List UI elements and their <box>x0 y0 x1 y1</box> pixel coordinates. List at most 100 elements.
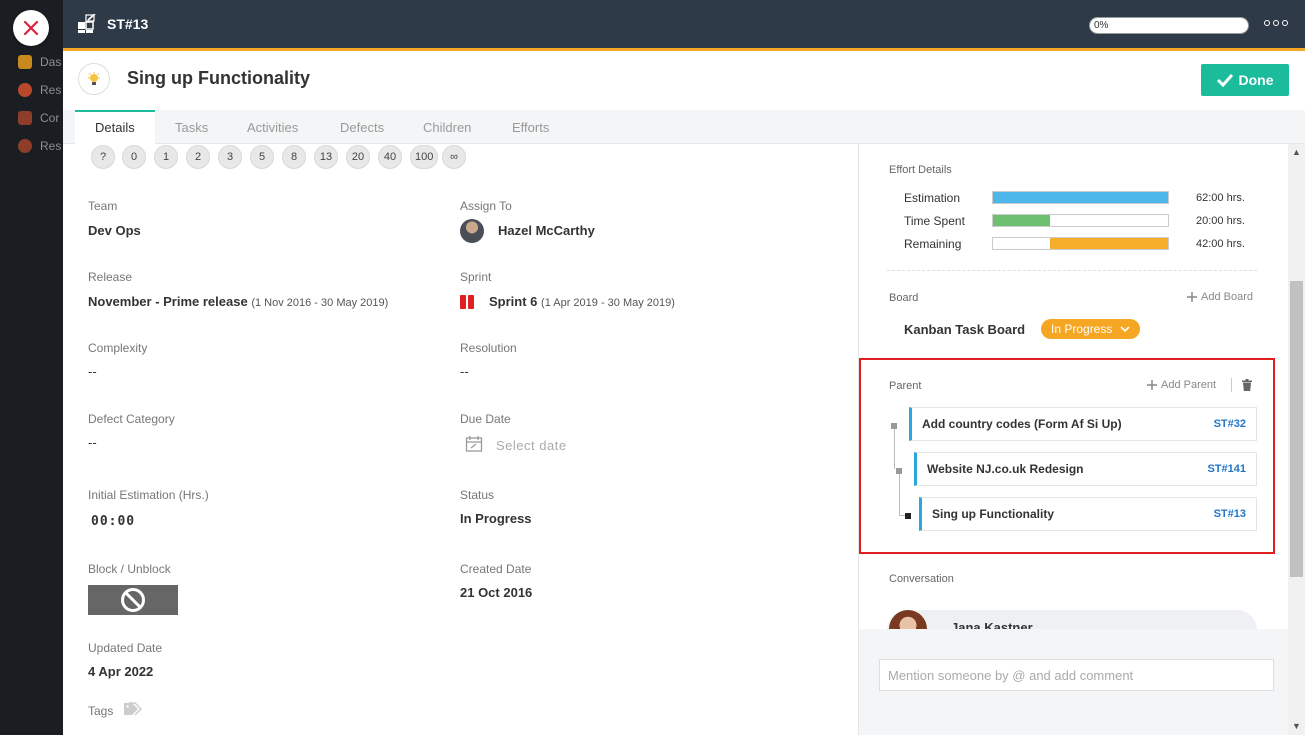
bg-nav-item-dashboard: Das <box>18 55 61 69</box>
status-label: Status <box>460 488 495 502</box>
tag-icon[interactable] <box>123 701 145 717</box>
sprint-icon <box>460 295 474 309</box>
board-status-dropdown[interactable]: In Progress <box>1041 319 1141 339</box>
scroll-up-icon[interactable]: ▲ <box>1292 148 1301 157</box>
team-label: Team <box>88 199 118 213</box>
conversation-label: Conversation <box>889 573 954 585</box>
tags-label: Tags <box>88 704 114 718</box>
add-parent-link[interactable]: Add Parent <box>1147 379 1216 391</box>
defect-category-value[interactable]: -- <box>88 435 97 450</box>
current-item-id[interactable]: ST#13 <box>1214 508 1246 520</box>
tab-activities[interactable]: Activities <box>247 110 298 144</box>
defect-category-label: Defect Category <box>88 412 175 426</box>
plus-icon <box>1147 380 1157 390</box>
story-point-chip[interactable]: 1 <box>154 145 178 169</box>
parent-item[interactable]: Add country codes (Form Af Si Up) ST#32 <box>909 407 1257 441</box>
calendar-icon[interactable] <box>465 435 483 453</box>
tab-tasks[interactable]: Tasks <box>175 110 208 144</box>
current-item[interactable]: Sing up Functionality ST#13 <box>919 497 1257 531</box>
due-date-input[interactable]: Select date <box>496 438 567 453</box>
bg-nav-item-teams: Res <box>18 139 61 153</box>
trash-icon[interactable] <box>1242 379 1252 391</box>
story-point-chip[interactable]: 0 <box>122 145 146 169</box>
complexity-label: Complexity <box>88 341 148 355</box>
parent-item-id[interactable]: ST#32 <box>1214 418 1246 430</box>
close-button[interactable] <box>13 10 49 46</box>
effort-value-time-spent: 20:00 hrs. <box>1196 215 1245 227</box>
block-label: Block / Unblock <box>88 562 171 576</box>
story-point-chip[interactable]: 40 <box>378 145 402 169</box>
story-point-chip[interactable]: 20 <box>346 145 370 169</box>
created-date-label: Created Date <box>460 562 532 576</box>
updated-date-value: 4 Apr 2022 <box>88 664 154 679</box>
initial-estimation-label: Initial Estimation (Hrs.) <box>88 488 209 502</box>
group-icon <box>18 139 32 153</box>
tab-details[interactable]: Details <box>75 110 155 144</box>
sprint-range: (1 Apr 2019 - 30 May 2019) <box>541 297 675 309</box>
resolution-value[interactable]: -- <box>460 364 469 379</box>
release-value[interactable]: November - Prime release (1 Nov 2016 - 3… <box>88 294 388 309</box>
effort-fill-time-spent <box>993 215 1050 226</box>
resolution-label: Resolution <box>460 341 517 355</box>
tab-children[interactable]: Children <box>423 110 471 144</box>
assign-to-label: Assign To <box>460 199 512 213</box>
scroll-down-icon[interactable]: ▼ <box>1292 722 1301 731</box>
story-point-chip[interactable]: 3 <box>218 145 242 169</box>
comment-composer <box>859 629 1288 735</box>
assignee-value[interactable]: Hazel McCarthy <box>498 223 595 238</box>
story-point-chip[interactable]: 13 <box>314 145 338 169</box>
tab-bar: Details Tasks Activities Defects Childre… <box>63 110 1305 144</box>
effort-bar-estimation <box>992 191 1169 204</box>
scrollbar-thumb[interactable] <box>1290 281 1303 577</box>
effort-value-remaining: 42:00 hrs. <box>1196 238 1245 250</box>
story-point-chip[interactable]: 2 <box>186 145 210 169</box>
block-toggle-button[interactable] <box>88 585 178 615</box>
page-title[interactable]: Sing up Functionality <box>127 68 310 89</box>
story-point-chip[interactable]: 5 <box>250 145 274 169</box>
comment-input[interactable] <box>879 659 1274 691</box>
effort-bar-time-spent <box>992 214 1169 227</box>
parent-item-name: Website NJ.co.uk Redesign <box>927 462 1084 476</box>
plus-icon <box>1187 292 1197 302</box>
complexity-value[interactable]: -- <box>88 364 97 379</box>
board-label: Board <box>889 292 919 304</box>
tab-defects[interactable]: Defects <box>340 110 384 144</box>
divider <box>1231 378 1232 392</box>
background-sidebar: Das Res Cor Res <box>0 0 63 735</box>
block-icon <box>121 588 145 612</box>
effort-fill-remaining <box>1049 238 1168 249</box>
scrollbar[interactable]: ▲ ▼ <box>1288 144 1305 735</box>
modal-header: ST#13 0% <box>63 0 1305 51</box>
release-range: (1 Nov 2016 - 30 May 2019) <box>251 297 389 309</box>
tree-line <box>894 429 895 469</box>
status-value[interactable]: In Progress <box>460 511 532 526</box>
story-point-chip[interactable]: 8 <box>282 145 306 169</box>
effort-bar-remaining <box>992 237 1169 250</box>
side-panel: Effort Details Estimation 62:00 hrs. Tim… <box>858 144 1288 735</box>
tree-node <box>891 423 897 429</box>
effort-title: Effort Details <box>889 164 952 176</box>
story-point-chip[interactable]: ? <box>91 145 115 169</box>
team-value[interactable]: Dev Ops <box>88 223 141 238</box>
add-board-link[interactable]: Add Board <box>1187 291 1253 303</box>
updated-date-label: Updated Date <box>88 641 163 655</box>
dashboard-icon <box>18 55 32 69</box>
story-point-chip[interactable]: ∞ <box>442 145 466 169</box>
tree-node-current <box>905 513 911 519</box>
effort-label-remaining: Remaining <box>904 237 962 251</box>
details-panel: ? 0 1 2 3 5 8 13 20 40 100 ∞ Team Dev Op… <box>63 144 858 735</box>
board-name: Kanban Task Board <box>904 322 1026 337</box>
parent-item-id[interactable]: ST#141 <box>1207 463 1246 475</box>
effort-fill-estimation <box>993 192 1168 203</box>
done-button[interactable]: Done <box>1201 64 1289 96</box>
sprint-value[interactable]: Sprint 6 (1 Apr 2019 - 30 May 2019) <box>489 294 675 309</box>
tree-node <box>896 468 902 474</box>
current-item-name: Sing up Functionality <box>932 507 1054 521</box>
story-point-chip[interactable]: 100 <box>410 145 439 169</box>
user-icon <box>18 83 32 97</box>
parent-item[interactable]: Website NJ.co.uk Redesign ST#141 <box>914 452 1257 486</box>
initial-estimation-value[interactable]: 00:00 <box>91 514 135 529</box>
more-options-icon[interactable] <box>1264 20 1288 26</box>
title-row: Sing up Functionality Done <box>63 51 1305 107</box>
tab-efforts[interactable]: Efforts <box>512 110 549 144</box>
